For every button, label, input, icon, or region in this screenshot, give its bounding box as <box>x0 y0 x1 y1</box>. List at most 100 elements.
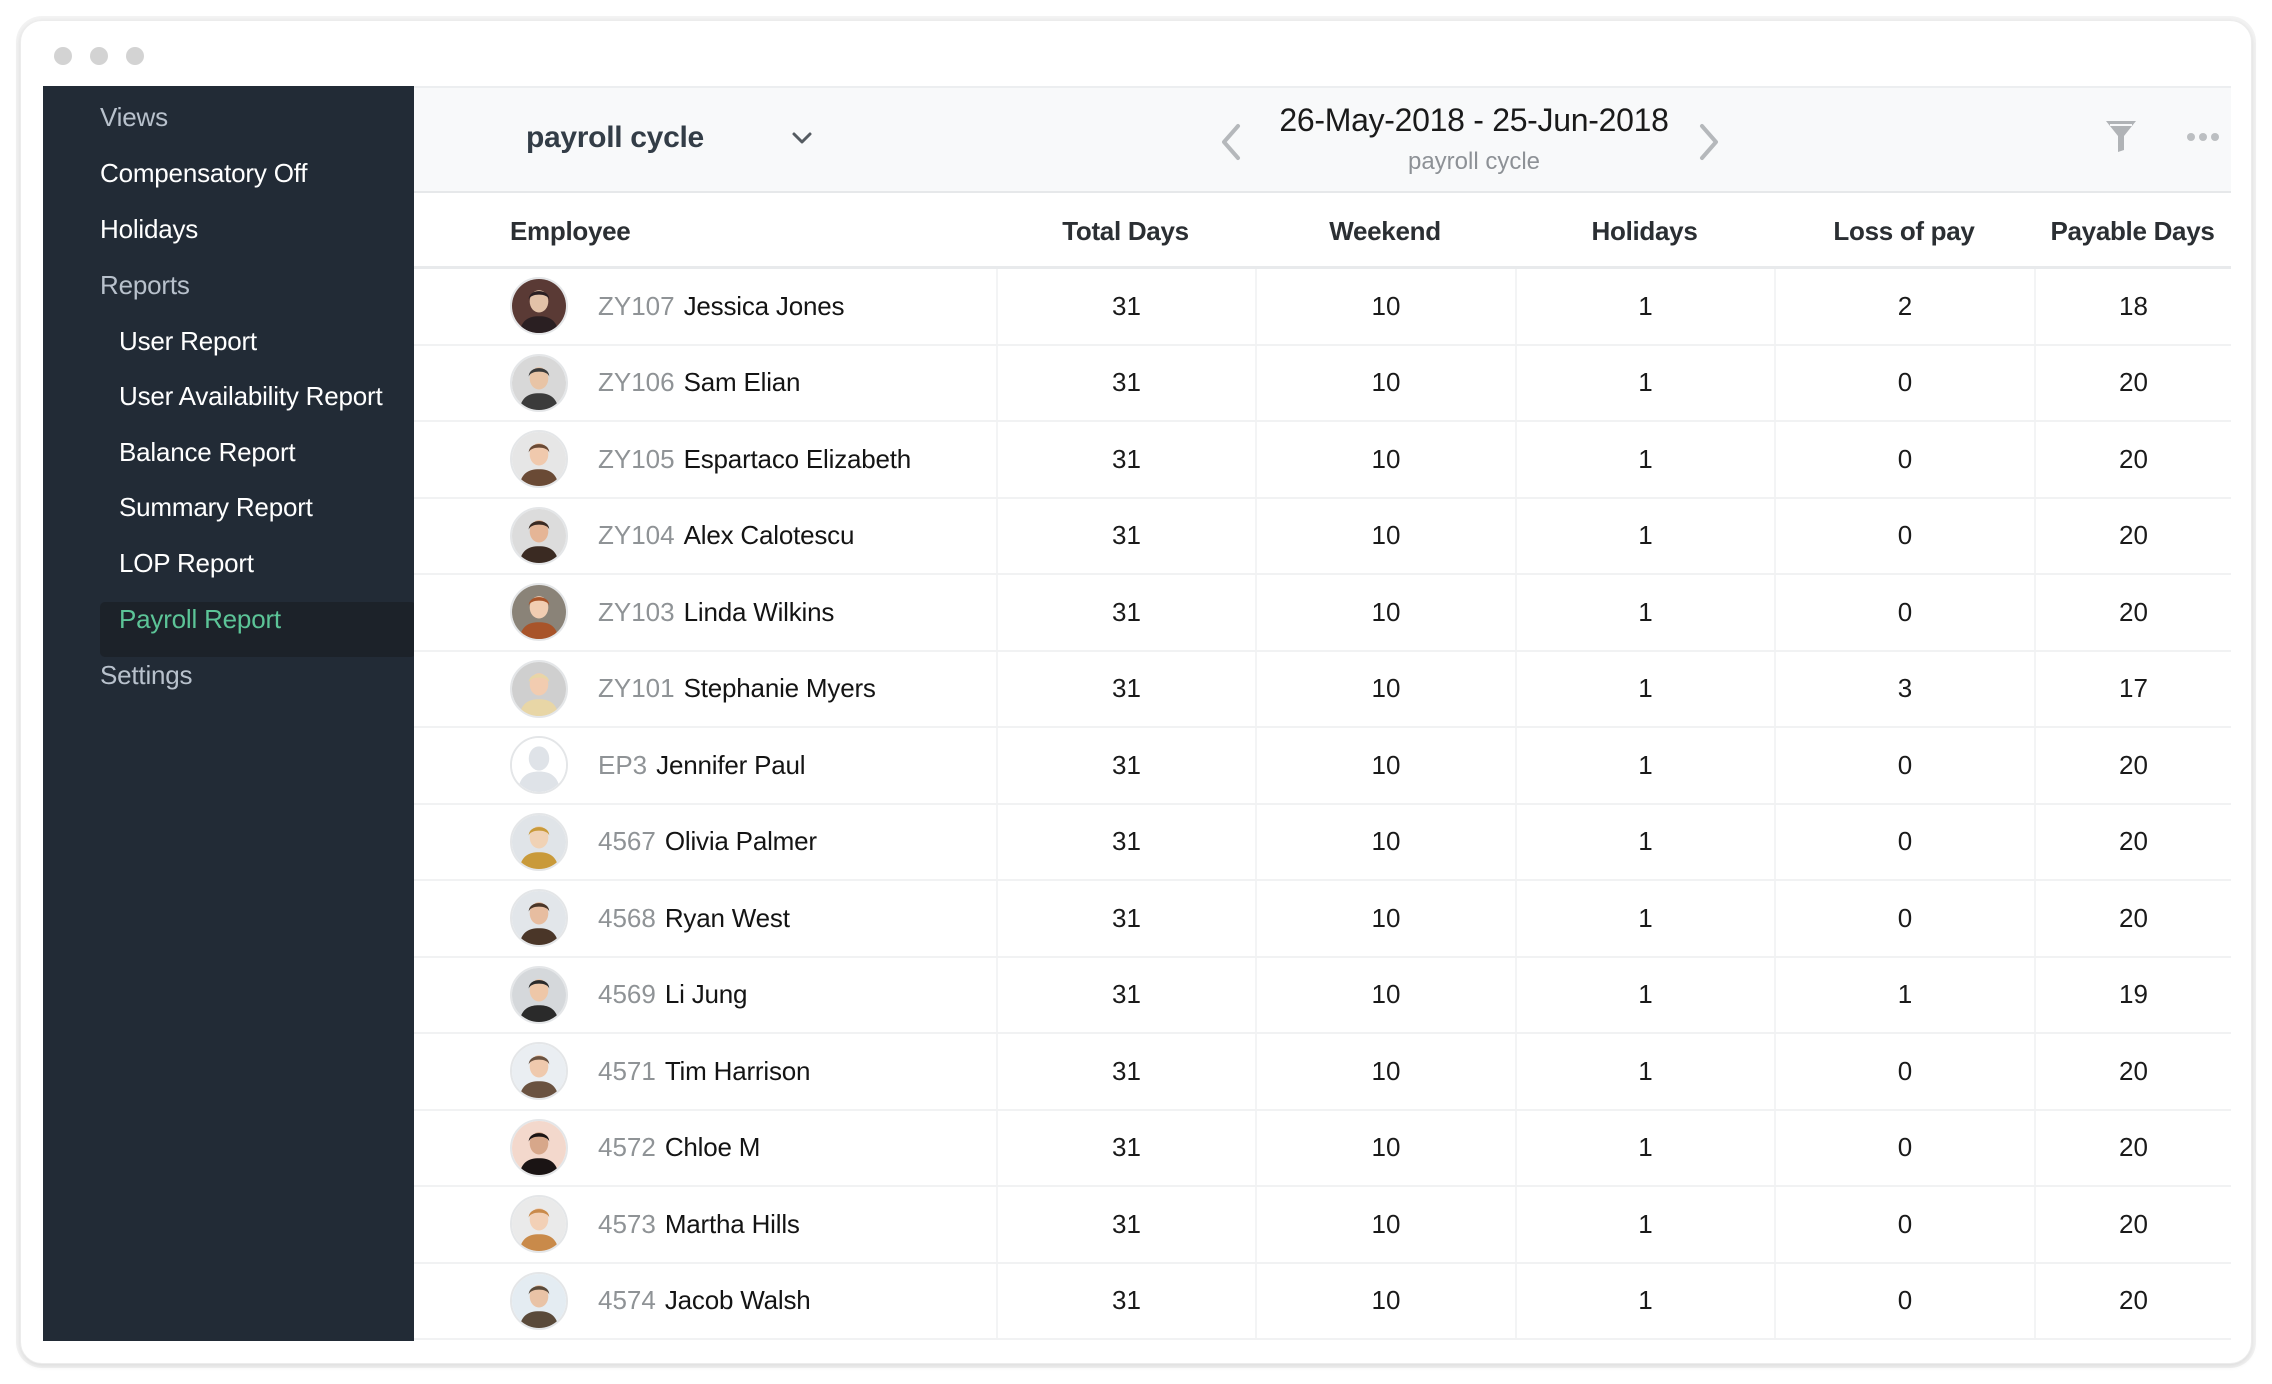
holidays-cell: 1 <box>1515 804 1774 879</box>
employee-cell: 4571 Tim Harrison <box>414 1034 996 1109</box>
window-minimize-button[interactable] <box>90 47 108 65</box>
employee-name[interactable]: Tim Harrison <box>665 1056 811 1087</box>
loss-of-pay-cell: 0 <box>1774 728 2034 803</box>
sidebar-item-balance-report[interactable]: Balance Report <box>119 437 296 468</box>
column-header-employee[interactable]: Employee <box>510 193 631 269</box>
table-row[interactable]: 4568 Ryan West 31 10 1 0 20 <box>414 881 2231 958</box>
employee-name[interactable]: Martha Hills <box>665 1209 800 1240</box>
employee-id: ZY107 <box>598 290 675 321</box>
holidays-cell: 1 <box>1515 269 1774 344</box>
table-row[interactable]: 4573 Martha Hills 31 10 1 0 20 <box>414 1187 2231 1264</box>
chevron-down-icon <box>790 126 814 150</box>
employee-name[interactable]: Stephanie Myers <box>684 673 876 704</box>
sidebar-item-reports[interactable]: Reports <box>100 270 190 301</box>
window-maximize-button[interactable] <box>126 47 144 65</box>
payable-days-cell: 20 <box>2034 1187 2231 1262</box>
employee-id: ZY104 <box>598 520 675 551</box>
payroll-cycle-dropdown[interactable]: payroll cycle <box>526 116 826 160</box>
table-row[interactable]: ZY103 Linda Wilkins 31 10 1 0 20 <box>414 575 2231 652</box>
loss-of-pay-cell: 0 <box>1774 1110 2034 1185</box>
employee-cell: 4567 Olivia Palmer <box>414 805 996 880</box>
avatar <box>510 583 568 642</box>
employee-cell: ZY101 Stephanie Myers <box>414 652 996 727</box>
loss-of-pay-cell: 0 <box>1774 422 2034 497</box>
table-row[interactable]: 4567 Olivia Palmer 31 10 1 0 20 <box>414 804 2231 881</box>
employee-name[interactable]: Chloe M <box>665 1132 761 1163</box>
payable-days-cell: 20 <box>2034 498 2231 573</box>
sidebar-item-payroll-report[interactable]: Payroll Report <box>119 604 281 635</box>
filter-icon <box>2104 121 2138 158</box>
column-header-total-days[interactable]: Total Days <box>996 193 1255 269</box>
column-header-holidays[interactable]: Holidays <box>1515 193 1774 269</box>
column-header-loss-of-pay[interactable]: Loss of pay <box>1774 193 2034 269</box>
table-row[interactable]: 4574 Jacob Walsh 31 10 1 0 20 <box>414 1263 2231 1340</box>
total-days-cell: 31 <box>996 345 1255 420</box>
holidays-cell: 1 <box>1515 1187 1774 1262</box>
payable-days-cell: 20 <box>2034 728 2231 803</box>
sidebar-item-holidays[interactable]: Holidays <box>100 214 198 245</box>
employee-name[interactable]: Ryan West <box>665 903 790 934</box>
employee-name[interactable]: Jennifer Paul <box>656 750 805 781</box>
table-row[interactable]: 4572 Chloe M 31 10 1 0 20 <box>414 1110 2231 1187</box>
window-close-button[interactable] <box>54 47 72 65</box>
table-row[interactable]: ZY104 Alex Calotescu 31 10 1 0 20 <box>414 498 2231 575</box>
holidays-cell: 1 <box>1515 498 1774 573</box>
holidays-cell: 1 <box>1515 575 1774 650</box>
main-content: payroll cycle 26-May-2018 - 25-Jun-2018 … <box>414 86 2231 1341</box>
holidays-cell: 1 <box>1515 422 1774 497</box>
column-header-payable-days[interactable]: Payable Days <box>2034 193 2231 269</box>
employee-cell: ZY106 Sam Elian <box>414 346 996 421</box>
avatar <box>510 353 568 412</box>
employee-name[interactable]: Jacob Walsh <box>665 1285 811 1316</box>
total-days-cell: 31 <box>996 269 1255 344</box>
table-row[interactable]: ZY101 Stephanie Myers 31 10 1 3 17 <box>414 651 2231 728</box>
table-row[interactable]: EP3 Jennifer Paul 31 10 1 0 20 <box>414 728 2231 805</box>
loss-of-pay-cell: 0 <box>1774 1034 2034 1109</box>
weekend-cell: 10 <box>1255 498 1515 573</box>
more-options-button[interactable] <box>2186 130 2220 142</box>
table-row[interactable]: ZY106 Sam Elian 31 10 1 0 20 <box>414 345 2231 422</box>
employee-name[interactable]: Jessica Jones <box>684 291 845 322</box>
employee-name[interactable]: Li Jung <box>665 979 748 1010</box>
employee-id: 4571 <box>598 1055 656 1086</box>
sidebar-item-settings[interactable]: Settings <box>100 660 193 691</box>
previous-period-button[interactable] <box>1216 120 1246 164</box>
holidays-cell: 1 <box>1515 1034 1774 1109</box>
payable-days-cell: 20 <box>2034 575 2231 650</box>
employee-cell: ZY105 Espartaco Elizabeth <box>414 422 996 497</box>
chevron-left-icon <box>1216 124 1246 168</box>
employee-name[interactable]: Olivia Palmer <box>665 826 817 857</box>
next-period-button[interactable] <box>1694 120 1724 164</box>
date-range-label: 26-May-2018 - 25-Jun-2018 <box>1279 102 1669 138</box>
chevron-right-icon <box>1694 124 1724 168</box>
employee-cell: ZY107 Jessica Jones <box>414 269 996 344</box>
sidebar-item-user-report[interactable]: User Report <box>119 326 257 357</box>
loss-of-pay-cell: 0 <box>1774 881 2034 956</box>
sidebar-item-views[interactable]: Views <box>100 102 168 133</box>
employee-name[interactable]: Alex Calotescu <box>684 520 855 551</box>
table-row[interactable]: ZY107 Jessica Jones 31 10 1 2 18 <box>414 269 2231 346</box>
employee-id: ZY105 <box>598 443 675 474</box>
table-row[interactable]: ZY105 Espartaco Elizabeth 31 10 1 0 20 <box>414 422 2231 499</box>
avatar <box>510 1271 568 1330</box>
total-days-cell: 31 <box>996 1263 1255 1338</box>
avatar-placeholder <box>510 736 568 795</box>
payable-days-cell: 20 <box>2034 345 2231 420</box>
payable-days-cell: 19 <box>2034 957 2231 1032</box>
table-row[interactable]: 4571 Tim Harrison 31 10 1 0 20 <box>414 1034 2231 1111</box>
employee-name[interactable]: Sam Elian <box>684 367 801 398</box>
total-days-cell: 31 <box>996 651 1255 726</box>
sidebar-item-user-availability-report[interactable]: User Availability Report <box>119 381 383 412</box>
weekend-cell: 10 <box>1255 269 1515 344</box>
table-row[interactable]: 4569 Li Jung 31 10 1 1 19 <box>414 957 2231 1034</box>
filter-button[interactable] <box>2104 118 2138 154</box>
sidebar-item-summary-report[interactable]: Summary Report <box>119 492 313 523</box>
holidays-cell: 1 <box>1515 1263 1774 1338</box>
sidebar-item-lop-report[interactable]: LOP Report <box>119 548 254 579</box>
employee-name[interactable]: Linda Wilkins <box>684 597 835 628</box>
weekend-cell: 10 <box>1255 1187 1515 1262</box>
loss-of-pay-cell: 0 <box>1774 804 2034 879</box>
employee-name[interactable]: Espartaco Elizabeth <box>684 444 912 475</box>
sidebar-item-compensatory-off[interactable]: Compensatory Off <box>100 158 308 189</box>
column-header-weekend[interactable]: Weekend <box>1255 193 1515 269</box>
